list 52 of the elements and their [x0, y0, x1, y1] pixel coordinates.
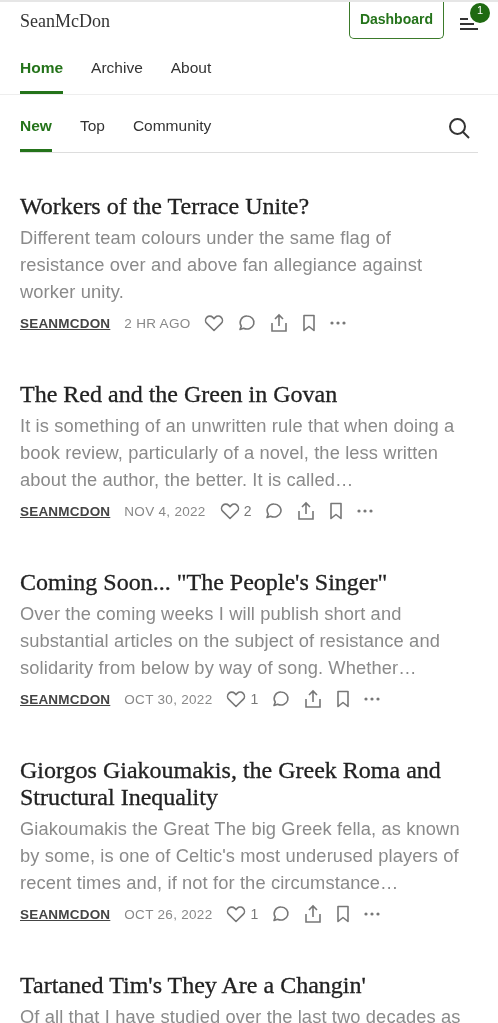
nav-tab[interactable]: About: [170, 55, 212, 94]
comment-icon[interactable]: [265, 502, 284, 520]
author-link[interactable]: SEANMCDON: [20, 503, 111, 519]
author-link[interactable]: SEANMCDON: [20, 315, 111, 331]
post-date: OCT 30, 2022: [124, 691, 213, 707]
post-title[interactable]: Tartaned Tim's They Are a Changin': [20, 972, 478, 999]
heart-icon[interactable]: [226, 905, 247, 923]
post-excerpt: It is something of an unwritten rule that when doing a book review, particularly of a novel, the less written about the author, the better. It is called…: [20, 414, 456, 492]
bookmark-icon[interactable]: [336, 905, 351, 923]
nav-tab[interactable]: Archive: [91, 55, 143, 94]
site-name[interactable]: SeanMcDon: [20, 10, 110, 32]
post-excerpt: Giakoumakis the Great The big Greek fella, as known by some, is one of Celtic's most underused players of recent times and, if not for the circumstance…: [20, 817, 461, 895]
like-count: 1: [250, 691, 259, 707]
share-icon[interactable]: [270, 313, 289, 333]
like-count: 1: [250, 906, 259, 922]
post-title[interactable]: Coming Soon... "The People's Singer": [20, 569, 478, 596]
heart-icon[interactable]: [219, 502, 240, 520]
bookmark-icon[interactable]: [329, 502, 344, 520]
more-icon[interactable]: [364, 697, 381, 701]
dashboard-button[interactable]: Dashboard: [348, 2, 444, 39]
menu-icon[interactable]: [458, 16, 478, 32]
post-title[interactable]: The Red and the Green in Govan: [20, 381, 478, 408]
share-icon[interactable]: [304, 904, 323, 924]
post-date: OCT 26, 2022: [124, 906, 213, 922]
post-date: NOV 4, 2022: [124, 503, 206, 519]
notification-badge: 1: [470, 3, 490, 23]
feed-tab[interactable]: New: [20, 113, 52, 152]
post-date: 2 HR AGO: [124, 315, 191, 331]
author-link[interactable]: SEANMCDON: [20, 691, 111, 707]
like-count: 2: [243, 503, 252, 519]
heart-icon[interactable]: [204, 314, 225, 332]
more-icon[interactable]: [357, 509, 374, 513]
feed-tab[interactable]: Community: [132, 113, 212, 152]
more-icon[interactable]: [364, 912, 381, 916]
feed-tab[interactable]: Top: [79, 113, 105, 152]
share-icon[interactable]: [304, 689, 323, 709]
nav-tab[interactable]: Home: [20, 55, 64, 94]
post-excerpt: Of all that I have studied over the last two decades as: [20, 1005, 462, 1023]
more-icon[interactable]: [330, 321, 347, 325]
heart-icon[interactable]: [226, 690, 247, 708]
author-link[interactable]: SEANMCDON: [20, 906, 111, 922]
post-title[interactable]: Workers of the Terrace Unite?: [20, 193, 478, 220]
share-icon[interactable]: [297, 501, 316, 521]
comment-icon[interactable]: [238, 314, 257, 332]
comment-icon[interactable]: [272, 690, 291, 708]
post-title[interactable]: Giorgos Giakoumakis, the Greek Roma and Structural Inequality: [20, 757, 478, 811]
post-excerpt: Over the coming weeks I will publish short and substantial articles on the subject of resistance and solidarity from below by way of song. Whether…: [20, 602, 441, 680]
post-excerpt: Different team colours under the same flag of resistance over and above fan allegiance against worker unity.: [20, 226, 424, 304]
search-icon[interactable]: [448, 117, 470, 139]
comment-icon[interactable]: [272, 905, 291, 923]
bookmark-icon[interactable]: [336, 690, 351, 708]
bookmark-icon[interactable]: [302, 314, 317, 332]
